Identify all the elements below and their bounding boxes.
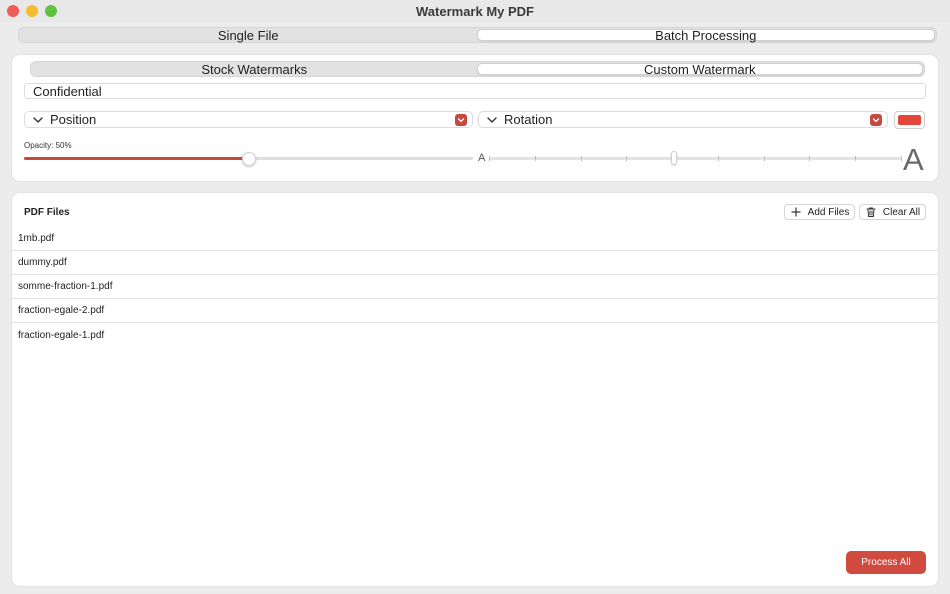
small-size-glyph: A	[478, 152, 486, 164]
close-window-button[interactable]	[7, 5, 19, 17]
size-slider-tick	[901, 156, 902, 161]
watermark-type-segmented-control: Stock Watermarks Custom Watermark	[30, 61, 925, 77]
clear-all-label: Clear All	[882, 206, 921, 218]
tab-batch-processing[interactable]: Batch Processing	[476, 28, 935, 43]
file-name: somme-fraction-1.pdf	[18, 281, 113, 292]
file-name: dummy.pdf	[18, 257, 67, 268]
color-swatch	[898, 115, 921, 125]
opacity-slider-knob[interactable]	[241, 152, 256, 166]
size-slider-tick	[809, 156, 811, 161]
file-row[interactable]: 1mb.pdf	[12, 227, 938, 251]
tab-custom-watermark[interactable]: Custom Watermark	[476, 62, 923, 77]
window-controls	[7, 5, 57, 17]
opacity-slider-fill	[24, 157, 249, 160]
chevron-down-icon	[487, 116, 497, 123]
window-title: Watermark My PDF	[416, 3, 534, 19]
pdf-file-list: 1mb.pdf dummy.pdf somme-fraction-1.pdf f…	[12, 227, 938, 347]
plus-icon	[791, 207, 801, 217]
file-row[interactable]: dummy.pdf	[12, 251, 938, 275]
add-files-button[interactable]: Add Files	[784, 204, 855, 220]
title-bar: Watermark My PDF	[0, 0, 950, 22]
tab-stock-watermarks[interactable]: Stock Watermarks	[32, 62, 477, 77]
file-row[interactable]: somme-fraction-1.pdf	[12, 275, 938, 299]
file-name: fraction-egale-2.pdf	[18, 305, 105, 316]
size-slider-tick	[763, 156, 765, 161]
file-row[interactable]: fraction-egale-2.pdf	[12, 299, 938, 323]
minimize-window-button[interactable]	[26, 5, 38, 17]
position-dropdown-icon[interactable]	[455, 113, 467, 126]
size-slider[interactable]	[489, 157, 901, 160]
position-label: Position	[50, 112, 97, 127]
size-slider-tick	[626, 156, 628, 161]
add-files-label: Add Files	[807, 206, 850, 218]
tab-single-file[interactable]: Single File	[20, 28, 477, 43]
watermark-text-field[interactable]: Confidential	[24, 83, 926, 99]
opacity-label: Opacity: 50%	[24, 141, 72, 150]
large-size-glyph: A	[903, 142, 924, 177]
rotation-label: Rotation	[504, 112, 553, 127]
file-name: fraction-egale-1.pdf	[18, 329, 105, 341]
rotation-popup[interactable]: Rotation	[478, 111, 888, 128]
size-slider-tick	[717, 156, 719, 161]
chevron-down-icon	[33, 116, 43, 123]
rotation-dropdown-icon[interactable]	[870, 113, 882, 126]
size-slider-tick	[855, 156, 857, 161]
pdf-files-title: PDF Files	[24, 207, 70, 218]
zoom-window-button[interactable]	[45, 5, 57, 17]
file-name: 1mb.pdf	[18, 233, 55, 244]
trash-icon	[866, 207, 876, 217]
clear-all-button[interactable]: Clear All	[859, 204, 926, 220]
size-slider-tick	[580, 156, 582, 161]
size-slider-tick	[534, 156, 536, 161]
process-all-button[interactable]: Process All	[846, 551, 926, 574]
size-slider-thumb[interactable]	[671, 151, 678, 165]
mode-segmented-control: Single File Batch Processing	[18, 27, 937, 43]
file-row[interactable]: fraction-egale-1.pdf	[12, 323, 938, 347]
position-popup[interactable]: Position	[24, 111, 473, 128]
color-well[interactable]	[894, 111, 925, 129]
size-slider-tick	[489, 156, 490, 161]
